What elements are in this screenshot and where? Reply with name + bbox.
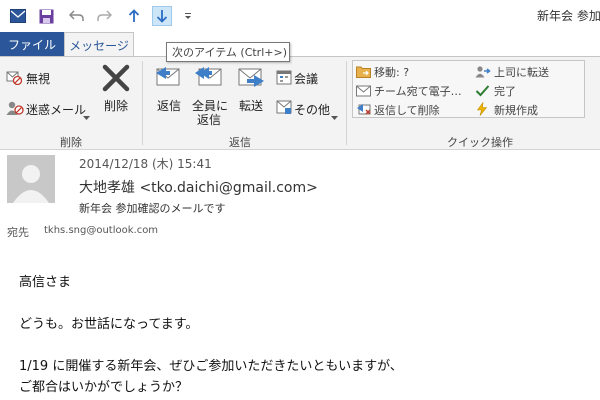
chevron-down-icon[interactable]: [331, 106, 338, 125]
reading-pane: 2014/12/18 (木) 15:41 大地孝雄 <tko.daichi@gm…: [0, 150, 600, 400]
meeting-button[interactable]: 会議: [294, 70, 318, 87]
message-body: 高信さま どうも。お世話になってます。 1/19 に開催する新年会、ぜひご参加い…: [19, 272, 403, 398]
message-sender[interactable]: 大地孝雄 <tko.daichi@gmail.com>: [79, 177, 318, 197]
chevron-down-icon[interactable]: [83, 106, 90, 125]
reply-icon: [154, 63, 182, 93]
quick-step-team-email[interactable]: チーム宛て電子…: [374, 83, 462, 99]
body-spacer: [19, 335, 403, 356]
to-address[interactable]: tkhs.sng@outlook.com: [44, 225, 158, 236]
save-icon[interactable]: [36, 6, 56, 26]
quick-step-forward-manager[interactable]: 上司に転送: [494, 64, 549, 80]
customize-toolbar-icon[interactable]: [178, 6, 198, 26]
tab-file[interactable]: ファイル: [0, 32, 64, 56]
next-item-icon[interactable]: [152, 6, 172, 26]
avatar: [7, 155, 55, 203]
forward-button[interactable]: 転送: [239, 97, 263, 114]
reply-all-icon: [194, 63, 224, 93]
forward-icon: [237, 63, 265, 93]
reply-all-label-line2: 返信: [197, 113, 222, 127]
ignore-button[interactable]: 無視: [26, 70, 50, 87]
forward-manager-icon: [475, 63, 491, 82]
body-spacer: [19, 293, 403, 314]
window-title: 新年会 参加: [537, 9, 600, 23]
more-respond-button[interactable]: その他: [294, 101, 330, 118]
redo-icon[interactable]: [94, 6, 114, 26]
group-label-delete: 削除: [60, 136, 82, 149]
delete-button[interactable]: 削除: [104, 97, 128, 114]
junk-mail-button[interactable]: 迷惑メール: [26, 101, 86, 118]
quick-step-reply-delete[interactable]: 返信して削除: [374, 102, 440, 118]
quick-step-move[interactable]: 移動: ?: [374, 64, 409, 80]
ignore-icon: [6, 69, 23, 89]
move-folder-icon: [356, 63, 371, 82]
create-new-lightning-icon: [475, 101, 489, 120]
tab-message[interactable]: メッセージ: [64, 32, 134, 57]
more-respond-icon: [276, 99, 292, 119]
quick-step-create-new[interactable]: 新規作成: [494, 102, 538, 118]
previous-item-icon[interactable]: [124, 6, 144, 26]
body-greeting: 高信さま: [19, 275, 72, 290]
title-bar: 新年会 参加: [0, 0, 600, 32]
junk-mail-icon: [6, 100, 24, 120]
group-separator: [142, 61, 143, 145]
reply-delete-icon: [356, 101, 371, 120]
team-email-icon: [356, 82, 371, 101]
body-line: ご都合はいかがでしょうか？: [19, 380, 189, 395]
meeting-icon: [276, 69, 292, 89]
next-item-tooltip: 次のアイテム (Ctrl+>): [166, 42, 290, 62]
done-check-icon: [475, 82, 490, 101]
group-label-respond: 返信: [229, 136, 251, 149]
message-date: 2014/12/18 (木) 15:41: [79, 157, 212, 171]
group-label-quick-steps: クイック操作: [447, 136, 513, 149]
message-subject: 新年会 参加確認のメールです: [79, 202, 226, 215]
undo-icon[interactable]: [66, 6, 86, 26]
to-label: 宛先: [7, 226, 29, 239]
group-separator: [346, 61, 347, 145]
delete-x-icon: [101, 63, 131, 97]
reply-button[interactable]: 返信: [157, 97, 181, 114]
ribbon: 無視 迷惑メール 削除 削除 返信 全員に 返信 転送 会議 その他 返信 移動…: [0, 56, 600, 150]
body-line: 1/19 に開催する新年会、ぜひご参加いただきたいともいますが、: [19, 359, 403, 374]
body-line: どうも。お世話になってます。: [19, 317, 199, 332]
ribbon-tabs: ファイル メッセージ: [0, 32, 600, 57]
quick-step-done[interactable]: 完了: [494, 83, 516, 99]
mail-app-icon: [8, 6, 28, 26]
